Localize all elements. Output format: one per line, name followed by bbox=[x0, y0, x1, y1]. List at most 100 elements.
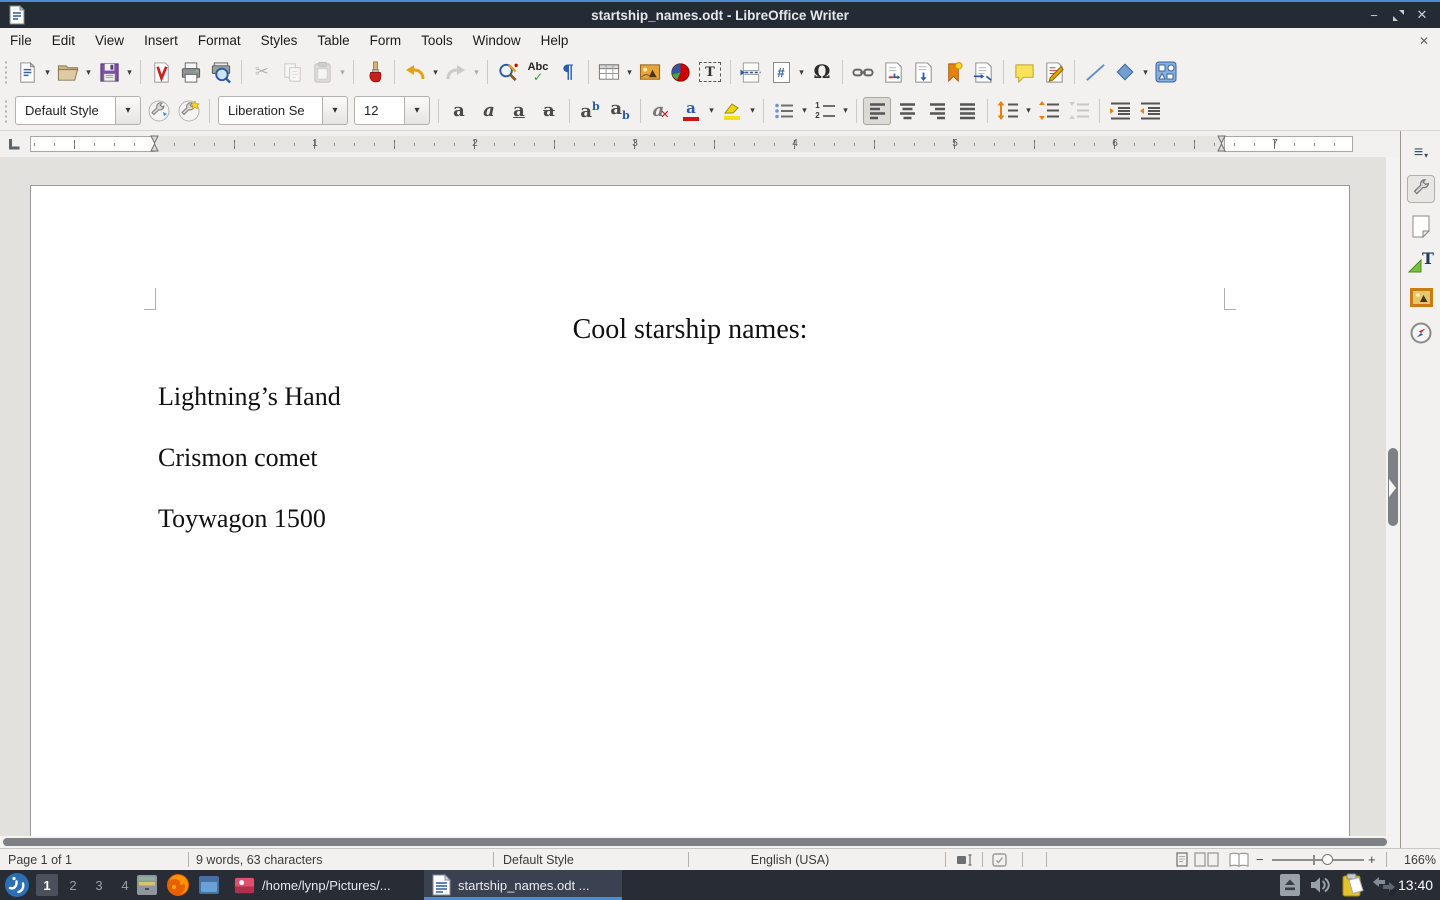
removable-media-button[interactable] bbox=[1280, 870, 1300, 900]
insert-table-button[interactable] bbox=[595, 58, 623, 86]
text-language[interactable]: English (USA) bbox=[690, 849, 890, 870]
page-count[interactable]: Page 1 of 1 bbox=[8, 849, 72, 870]
highlight-color-dropdown[interactable]: ▾ bbox=[747, 97, 758, 125]
hyperlink-button[interactable] bbox=[849, 58, 877, 86]
tab-stop-selector[interactable] bbox=[8, 138, 21, 151]
horizontal-scrollbar[interactable] bbox=[0, 836, 1400, 848]
undo-button[interactable] bbox=[401, 58, 429, 86]
volume-button[interactable] bbox=[1310, 870, 1330, 900]
workspace-3-button[interactable]: 3 bbox=[88, 874, 110, 896]
endnote-button[interactable] bbox=[909, 58, 937, 86]
increase-paragraph-spacing-button[interactable] bbox=[1035, 97, 1063, 125]
font-name-dropdown[interactable]: ▾ bbox=[322, 96, 348, 125]
update-style-button[interactable] bbox=[145, 97, 173, 125]
menu-view[interactable]: View bbox=[85, 28, 134, 53]
spelling-button[interactable]: Abc✓ bbox=[524, 58, 552, 86]
undo-dropdown[interactable]: ▾ bbox=[430, 58, 441, 86]
page-style[interactable]: Default Style bbox=[503, 849, 574, 870]
menu-edit[interactable]: Edit bbox=[42, 28, 85, 53]
firefox-launcher[interactable] bbox=[166, 870, 190, 900]
special-character-button[interactable]: Ω bbox=[808, 58, 836, 86]
menu-styles[interactable]: Styles bbox=[251, 28, 308, 53]
save-button[interactable] bbox=[95, 58, 123, 86]
close-button[interactable]: ✕ bbox=[1412, 5, 1432, 25]
restore-button[interactable] bbox=[1388, 5, 1408, 25]
new-style-button[interactable] bbox=[175, 97, 203, 125]
print-button[interactable] bbox=[177, 58, 205, 86]
sidebar-tab-page[interactable] bbox=[1407, 212, 1435, 240]
menu-window[interactable]: Window bbox=[463, 28, 531, 53]
horizontal-ruler[interactable]: 1 2 3 4 5 6 7 bbox=[0, 131, 1400, 157]
task-pictures-window[interactable]: /home/lynp/Pictures/... bbox=[226, 870, 420, 900]
menu-table[interactable]: Table bbox=[307, 28, 359, 53]
zoom-in-button[interactable]: + bbox=[1368, 849, 1376, 870]
font-name-value[interactable]: Liberation Se bbox=[218, 96, 322, 125]
highlight-color-button[interactable] bbox=[718, 97, 746, 125]
subscript-button[interactable]: ab bbox=[606, 97, 634, 125]
export-pdf-button[interactable] bbox=[147, 58, 175, 86]
workspace-4-button[interactable]: 4 bbox=[114, 874, 136, 896]
justify-button[interactable] bbox=[953, 97, 981, 125]
menu-format[interactable]: Format bbox=[188, 28, 251, 53]
view-multi-page-button[interactable] bbox=[1194, 849, 1220, 870]
open-dropdown[interactable]: ▾ bbox=[83, 58, 94, 86]
left-indent-marker[interactable] bbox=[150, 135, 159, 152]
numbered-list-button[interactable]: 12 bbox=[811, 97, 839, 125]
basic-shapes-dropdown[interactable]: ▾ bbox=[1140, 58, 1151, 86]
zoom-slider-track[interactable] bbox=[1272, 859, 1364, 861]
find-replace-button[interactable] bbox=[494, 58, 522, 86]
sidebar-tab-styles[interactable]: T bbox=[1407, 248, 1435, 276]
workspace-2-button[interactable]: 2 bbox=[62, 874, 84, 896]
bullet-list-button[interactable] bbox=[770, 97, 798, 125]
zoom-out-button[interactable]: − bbox=[1256, 849, 1264, 870]
minimize-button[interactable]: − bbox=[1364, 5, 1384, 25]
draw-functions-button[interactable] bbox=[1152, 58, 1180, 86]
new-document-dropdown[interactable]: ▾ bbox=[42, 58, 53, 86]
footnote-button[interactable] bbox=[879, 58, 907, 86]
file-manager-launcher[interactable] bbox=[198, 870, 220, 900]
insert-image-button[interactable] bbox=[636, 58, 664, 86]
document-heading[interactable]: Cool starship names: bbox=[31, 314, 1349, 346]
font-size-combo[interactable]: 12 ▾ bbox=[354, 96, 430, 125]
insert-table-dropdown[interactable]: ▾ bbox=[624, 58, 635, 86]
paragraph-style-dropdown[interactable]: ▾ bbox=[115, 96, 141, 125]
basic-shapes-button[interactable] bbox=[1111, 58, 1139, 86]
zoom-level[interactable]: 166% bbox=[1396, 849, 1436, 870]
toolbar-grip[interactable] bbox=[2, 59, 10, 85]
workspace-1-button[interactable]: 1 bbox=[36, 874, 58, 896]
insert-chart-button[interactable] bbox=[666, 58, 694, 86]
page-break-button[interactable] bbox=[737, 58, 765, 86]
bookmark-button[interactable] bbox=[939, 58, 967, 86]
menu-form[interactable]: Form bbox=[360, 28, 412, 53]
sidebar-tab-navigator[interactable] bbox=[1407, 319, 1435, 347]
close-document-button[interactable]: ✕ bbox=[1419, 28, 1429, 53]
clipboard-manager-button[interactable] bbox=[1342, 870, 1365, 900]
view-single-page-button[interactable] bbox=[1176, 849, 1188, 870]
menu-file[interactable]: File bbox=[0, 28, 42, 53]
vertical-scrollbar[interactable] bbox=[1386, 157, 1400, 836]
font-color-dropdown[interactable]: ▾ bbox=[706, 97, 717, 125]
selection-mode-indicator[interactable] bbox=[992, 849, 1007, 870]
strikethrough-button[interactable]: a bbox=[535, 97, 563, 125]
track-changes-button[interactable] bbox=[1040, 58, 1068, 86]
decrease-indent-button[interactable] bbox=[1136, 97, 1164, 125]
sidebar-toggle-handle[interactable] bbox=[1389, 479, 1396, 497]
font-color-button[interactable]: a bbox=[677, 97, 705, 125]
zoom-slider-thumb[interactable] bbox=[1322, 854, 1333, 865]
bullet-list-dropdown[interactable]: ▾ bbox=[799, 97, 810, 125]
print-preview-button[interactable] bbox=[207, 58, 235, 86]
task-writer-window[interactable]: startship_names.odt ... bbox=[424, 870, 622, 900]
sidebar-tab-properties[interactable] bbox=[1407, 175, 1435, 203]
applications-menu-button[interactable] bbox=[4, 870, 30, 900]
document-view[interactable]: Cool starship names: Lightning’s Hand Cr… bbox=[0, 157, 1386, 836]
document-line[interactable]: Lightning’s Hand bbox=[158, 382, 341, 412]
numbered-list-dropdown[interactable]: ▾ bbox=[840, 97, 851, 125]
insert-mode-indicator[interactable] bbox=[956, 849, 973, 870]
title-bar[interactable]: startship_names.odt - LibreOffice Writer… bbox=[0, 0, 1440, 28]
comment-button[interactable] bbox=[1010, 58, 1038, 86]
align-right-button[interactable] bbox=[923, 97, 951, 125]
underline-button[interactable]: a bbox=[505, 97, 533, 125]
horizontal-scrollbar-thumb[interactable] bbox=[3, 838, 1387, 846]
bold-button[interactable]: a bbox=[445, 97, 473, 125]
font-size-value[interactable]: 12 bbox=[354, 96, 404, 125]
